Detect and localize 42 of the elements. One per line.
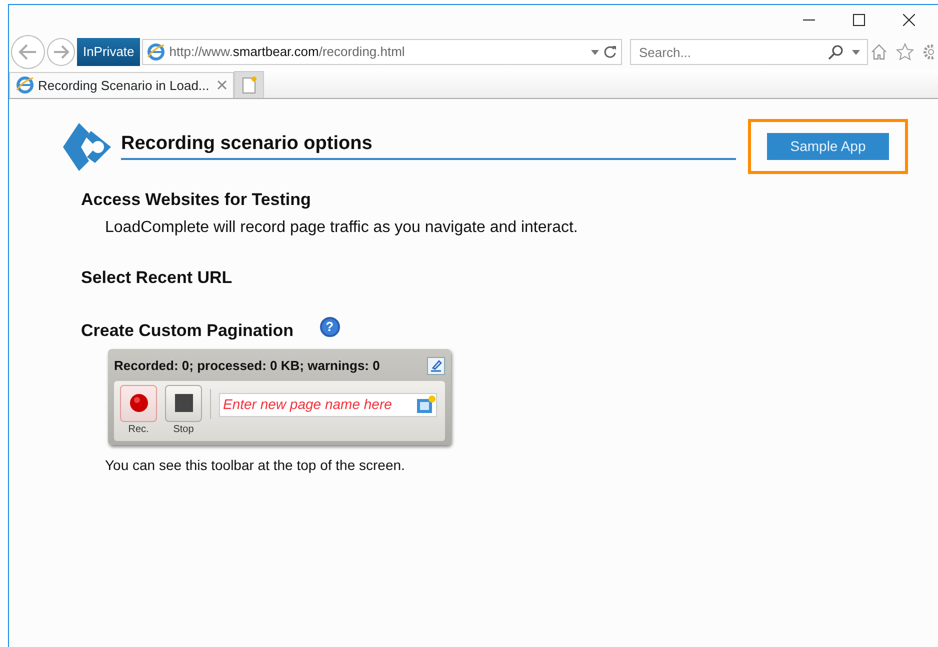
page-title: Recording scenario options bbox=[121, 133, 736, 160]
inprivate-badge: InPrivate bbox=[76, 38, 140, 66]
status-text: Recorded: 0; processed: 0 KB; warnings: 0 bbox=[114, 357, 380, 376]
search-icon[interactable] bbox=[828, 44, 844, 60]
dropdown-icon[interactable] bbox=[852, 50, 860, 54]
section-text: LoadComplete will record page traffic as you navigate and interact. bbox=[105, 218, 579, 238]
edit-icon[interactable] bbox=[427, 356, 445, 375]
forward-button[interactable] bbox=[46, 38, 75, 66]
search-field[interactable]: Search... bbox=[630, 39, 868, 65]
address-text: http://www.smartbear.com/recording.html bbox=[169, 43, 406, 62]
refresh-icon[interactable] bbox=[603, 45, 617, 59]
tab-label: Recording Scenario in Load... bbox=[38, 76, 210, 95]
browser-icon bbox=[147, 43, 166, 61]
browser-icon bbox=[16, 76, 34, 94]
help-button[interactable]: ? bbox=[320, 316, 340, 337]
stop-icon bbox=[174, 394, 192, 412]
section-heading: Select Recent URL bbox=[81, 268, 232, 289]
page-name-field[interactable]: Enter new page name here bbox=[219, 392, 437, 417]
caption-text: You can see this toolbar at the top of the screen. bbox=[105, 456, 406, 475]
record-button[interactable] bbox=[120, 384, 157, 422]
new-tab-icon bbox=[241, 76, 258, 94]
close-icon bbox=[903, 14, 915, 26]
section-heading: Access Websites for Testing bbox=[81, 190, 311, 210]
home-icon[interactable] bbox=[870, 43, 888, 61]
logo-icon bbox=[61, 120, 113, 172]
button-label: Rec. bbox=[128, 422, 149, 437]
dropdown-icon[interactable] bbox=[591, 50, 599, 54]
record-icon bbox=[128, 393, 148, 414]
star-icon[interactable] bbox=[896, 43, 914, 61]
back-arrow-icon bbox=[18, 44, 38, 60]
section-heading: Create Custom Pagination bbox=[81, 320, 294, 342]
close-icon[interactable] bbox=[217, 80, 228, 90]
new-tab-button[interactable] bbox=[234, 71, 264, 98]
maximize-icon bbox=[853, 14, 865, 26]
back-button[interactable] bbox=[11, 35, 45, 69]
address-field[interactable]: http://www.smartbear.com/recording.html bbox=[142, 39, 622, 65]
button-label: Stop bbox=[173, 422, 194, 437]
browser-tab[interactable]: Recording Scenario in Load... bbox=[9, 72, 234, 98]
forward-arrow-icon bbox=[52, 45, 69, 59]
new-page-icon[interactable] bbox=[416, 394, 436, 415]
settings-icon[interactable] bbox=[922, 43, 934, 61]
stop-button[interactable] bbox=[165, 384, 202, 422]
